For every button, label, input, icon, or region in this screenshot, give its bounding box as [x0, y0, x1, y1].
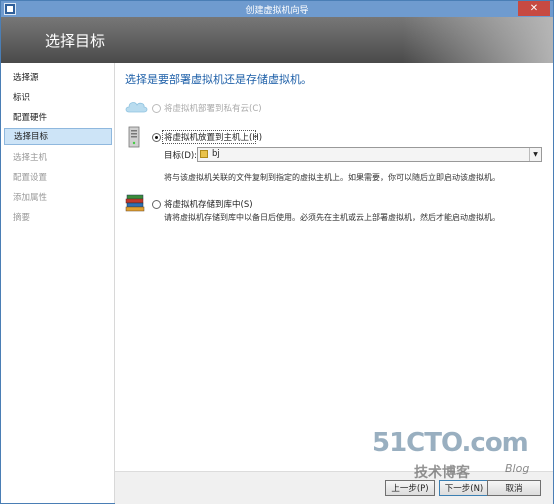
deploy-to-cloud-label: 将虚拟机部署到私有云(C)	[164, 104, 262, 114]
host-folder-icon	[200, 150, 208, 158]
step-configure-settings: 配置设置	[13, 173, 48, 183]
step-select-source[interactable]: 选择源	[4, 70, 112, 87]
watermark-site: 51CTO.com	[372, 428, 529, 458]
cancel-button[interactable]: 取消	[487, 480, 541, 496]
next-button[interactable]: 下一步(N)	[439, 480, 489, 496]
cloud-icon	[125, 102, 148, 113]
step-select-host: 选择主机	[13, 153, 48, 163]
place-on-host-label[interactable]: 将虚拟机放置到主机上(H)	[164, 131, 262, 143]
destination-combobox[interactable]: bj ▼	[197, 147, 542, 162]
step-summary: 摘要	[13, 213, 31, 223]
step-select-destination[interactable]: 选择目标	[4, 128, 112, 145]
page-title: 选择目标	[45, 32, 106, 50]
step-identity[interactable]: 标识	[4, 90, 112, 107]
destination-label: 目标(D):	[164, 151, 198, 161]
step-configure-hardware[interactable]: 配置硬件	[4, 110, 112, 127]
watermark-tagline: 技术博客	[414, 465, 470, 481]
chevron-down-icon[interactable]: ▼	[529, 148, 541, 161]
header-gradient	[403, 17, 553, 63]
deploy-to-cloud-radio	[152, 104, 161, 113]
wizard-header: 选择目标	[1, 17, 553, 63]
wizard-footer: 上一步(P) 下一步(N) 取消	[115, 471, 553, 504]
host-option-description: 将与该虚拟机关联的文件复制到指定的虚拟主机上。如果需要，你可以随后立即启动该虚拟…	[164, 173, 500, 182]
window-title: 创建虚拟机向导	[245, 6, 309, 16]
wizard-steps-sidebar: 选择源 标识 配置硬件 选择目标 选择主机 配置设置 添加属性 摘要	[1, 63, 115, 503]
place-on-host-radio[interactable]	[152, 133, 161, 142]
step-add-properties: 添加属性	[13, 193, 48, 203]
store-in-library-radio[interactable]	[152, 200, 161, 209]
content-panel: 选择是要部署虚拟机还是存储虚拟机。 将虚拟机部署到私有云(C) 将虚拟机放置到主…	[115, 63, 553, 471]
store-in-library-label[interactable]: 将虚拟机存储到库中(S)	[164, 198, 253, 210]
close-button[interactable]: ✕	[518, 1, 550, 16]
library-books-icon	[125, 194, 145, 212]
destination-question: 选择是要部署虚拟机还是存储虚拟机。	[125, 73, 312, 86]
destination-value: bj	[212, 149, 220, 159]
previous-button[interactable]: 上一步(P)	[385, 480, 435, 496]
server-icon	[128, 126, 140, 148]
library-option-description: 请将虚拟机存储到库中以备日后使用。必须先在主机或云上部署虚拟机，然后才能启动虚拟…	[164, 213, 500, 222]
watermark-blog: Blog	[505, 462, 530, 475]
title-bar[interactable]: 创建虚拟机向导 ✕	[1, 1, 553, 17]
